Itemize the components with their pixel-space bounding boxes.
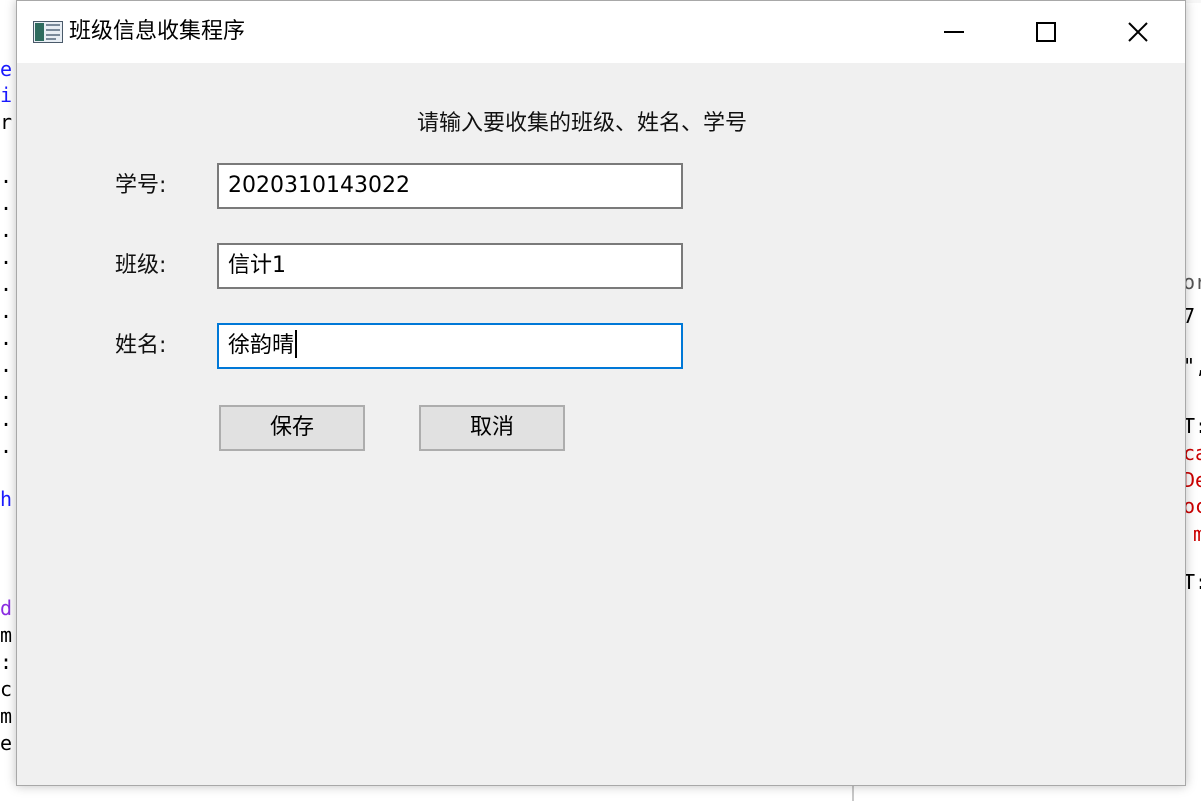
student-id-input[interactable]: 2020310143022	[217, 163, 683, 209]
bg-char: .	[0, 218, 13, 242]
maximize-button[interactable]	[999, 1, 1091, 63]
close-button[interactable]	[1091, 1, 1183, 63]
bg-char: ",	[1184, 354, 1201, 378]
app-form-icon	[33, 21, 63, 43]
background-editor-right: or 7 ", T: ca De oc m T:	[1184, 205, 1201, 801]
class-label: 班级:	[115, 253, 167, 278]
bg-char: T:	[1184, 570, 1201, 594]
student-id-label: 学号:	[115, 173, 167, 198]
bg-char: De	[1184, 468, 1201, 492]
bg-char: .	[0, 272, 13, 296]
bg-char: oc	[1184, 494, 1201, 518]
student-id-value: 2020310143022	[228, 173, 410, 198]
name-value: 徐韵晴	[228, 333, 295, 358]
bg-char: .	[0, 299, 13, 323]
save-button[interactable]: 保存	[219, 405, 365, 451]
maximize-icon	[1036, 22, 1056, 42]
bg-char: .	[0, 407, 13, 431]
bg-char: .	[0, 326, 13, 350]
title-bar[interactable]: 班级信息收集程序	[17, 1, 1185, 63]
bg-char: .	[0, 434, 13, 458]
close-icon	[1128, 22, 1148, 42]
bg-char: d	[0, 596, 13, 620]
bg-char: m	[0, 623, 13, 647]
bg-char: :	[0, 650, 13, 674]
bg-char: c	[0, 677, 13, 701]
class-value: 信计1	[228, 253, 286, 278]
bg-char: r	[0, 110, 13, 134]
text-caret	[295, 330, 298, 358]
minimize-button[interactable]	[907, 1, 999, 63]
background-divider	[852, 785, 854, 801]
bg-char: .	[0, 191, 13, 215]
bg-char: or	[1184, 270, 1201, 294]
bg-char: e	[0, 731, 13, 755]
bg-char: e	[0, 57, 13, 81]
bg-char: T:	[1184, 414, 1201, 438]
bg-char: h	[0, 487, 13, 511]
minimize-icon	[944, 31, 964, 33]
name-label: 姓名:	[115, 333, 167, 358]
bg-char: i	[0, 83, 13, 107]
bg-char: .	[0, 164, 13, 188]
class-input[interactable]: 信计1	[217, 243, 683, 289]
background-bottom-strip	[0, 785, 1201, 801]
bg-char: .	[0, 353, 13, 377]
cancel-button[interactable]: 取消	[419, 405, 565, 451]
bg-char: m	[1193, 523, 1201, 545]
form-prompt: 请输入要收集的班级、姓名、学号	[417, 111, 748, 136]
bg-char: ca	[1184, 441, 1201, 465]
bg-char: .	[0, 245, 13, 269]
window-title: 班级信息收集程序	[69, 19, 246, 44]
bg-char: m	[0, 704, 13, 728]
name-input[interactable]: 徐韵晴	[217, 323, 683, 369]
bg-char: .	[0, 380, 13, 404]
app-window: 班级信息收集程序 请输入要收集的班级、姓名、学号 学号: 20203101430…	[16, 0, 1186, 786]
